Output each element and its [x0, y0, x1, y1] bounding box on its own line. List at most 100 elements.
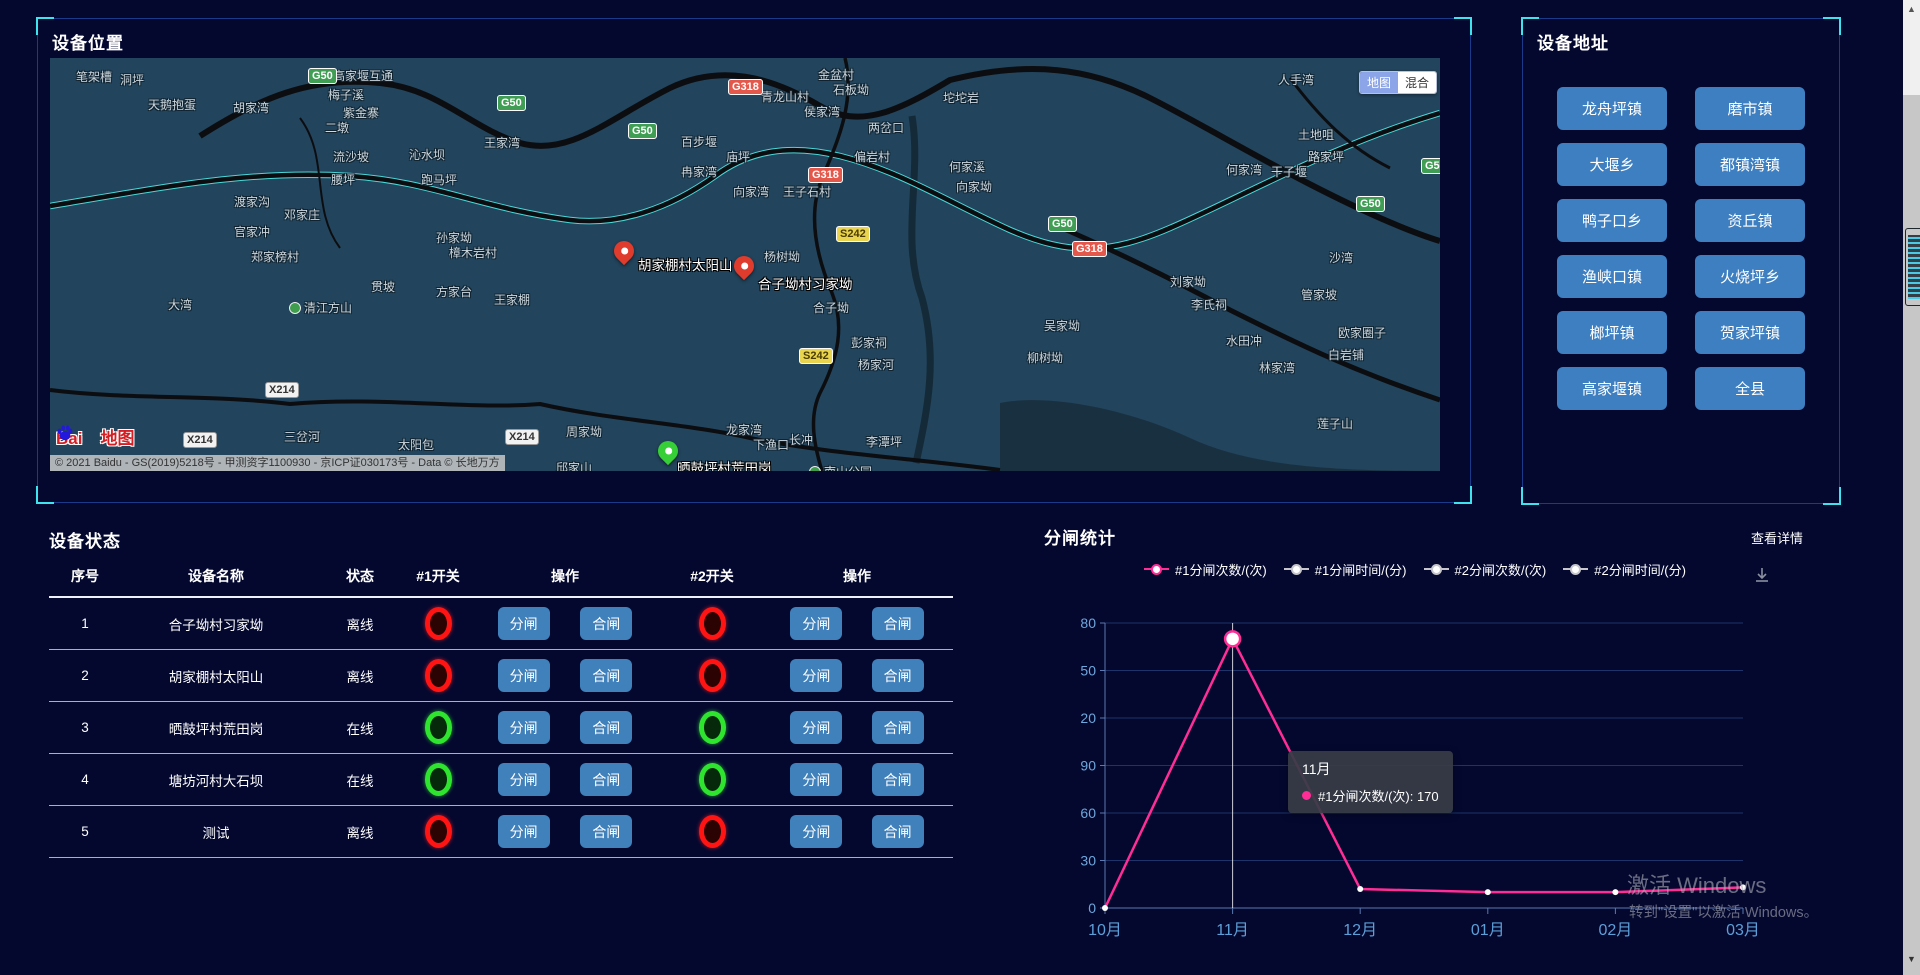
- svg-text:30: 30: [1080, 853, 1096, 869]
- switch2-trip-button[interactable]: 分闸: [790, 815, 842, 848]
- map-device-label: 胡家棚村太阳山: [638, 254, 733, 274]
- windows-watermark-sub: 转到"设置"以激活 Windows。: [1629, 901, 1818, 922]
- switch2-trip-button[interactable]: 分闸: [790, 607, 842, 640]
- switch1-trip-button[interactable]: 分闸: [498, 763, 550, 796]
- view-detail-link[interactable]: 查看详情: [1751, 528, 1803, 547]
- svg-text:120: 120: [1080, 710, 1096, 726]
- table-header-cell: 状态: [311, 566, 409, 586]
- map-place-label: 何家溪: [949, 158, 985, 175]
- maptype-hybrid-button[interactable]: 混合: [1398, 72, 1436, 93]
- chart-legend: #1分闸次数/(次) #1分闸时间/(分) #2分闸次数/(次) #2分闸时间/…: [1095, 560, 1735, 578]
- map-place-label: 土地咀: [1298, 126, 1334, 143]
- switch1-close-button[interactable]: 合闸: [580, 607, 632, 640]
- device-name: 胡家棚村太阳山: [121, 666, 311, 686]
- switch1-indicator: [425, 815, 452, 848]
- tooltip-entry: #1分闸次数/(次): 170: [1318, 786, 1439, 805]
- switch1-trip-button[interactable]: 分闸: [498, 607, 550, 640]
- download-icon[interactable]: [1753, 566, 1771, 589]
- corner-decoration: [1823, 17, 1841, 35]
- map-place-label: 下渔口: [753, 436, 789, 453]
- legend-item[interactable]: #1分闸时间/(分): [1284, 560, 1407, 579]
- switch1-close-button[interactable]: 合闸: [580, 711, 632, 744]
- tooltip-title: 11月: [1302, 759, 1439, 779]
- switch1-trip-button[interactable]: 分闸: [498, 711, 550, 744]
- address-button[interactable]: 资丘镇: [1695, 199, 1805, 242]
- baidu-map[interactable]: 笔架槽 洞坪 天鹅抱蛋 胡家湾 高家堰互通 梅子溪 紫金寨 二墩 流沙坡 沁水坝…: [50, 58, 1440, 471]
- svg-text:150: 150: [1080, 663, 1096, 679]
- map-place-label: 三岔河: [284, 428, 320, 445]
- address-button[interactable]: 大堰乡: [1557, 143, 1667, 186]
- road-shield: G50: [497, 95, 526, 111]
- scrollbar-thumb[interactable]: [1905, 228, 1920, 306]
- svg-text:02月: 02月: [1598, 922, 1632, 939]
- switch1-trip-button[interactable]: 分闸: [498, 815, 550, 848]
- address-button[interactable]: 鸭子口乡: [1557, 199, 1667, 242]
- table-row: 1 合子坳村习家坳 离线 分闸 合闸 分闸 合闸: [49, 598, 953, 650]
- switch2-trip-button[interactable]: 分闸: [790, 659, 842, 692]
- table-header-cell: #1开关: [409, 566, 467, 586]
- road-shield: G318: [808, 167, 843, 183]
- switch1-close-button[interactable]: 合闸: [580, 815, 632, 848]
- address-button[interactable]: 磨市镇: [1695, 87, 1805, 130]
- address-button[interactable]: 龙舟坪镇: [1557, 87, 1667, 130]
- map-place-label: 王子石村: [783, 183, 831, 200]
- maptype-map-button[interactable]: 地图: [1360, 72, 1398, 93]
- switch2-close-button[interactable]: 合闸: [872, 659, 924, 692]
- table-row: 4 塘坊河村大石坝 在线 分闸 合闸 分闸 合闸: [49, 754, 953, 806]
- switch1-indicator: [425, 711, 452, 744]
- maptype-control: 地图 混合: [1359, 71, 1437, 94]
- legend-label: #2分闸次数/(次): [1455, 560, 1547, 579]
- legend-item[interactable]: #2分闸时间/(分): [1563, 560, 1686, 579]
- address-button[interactable]: 榔坪镇: [1557, 311, 1667, 354]
- chart-section-title: 分闸统计: [1044, 524, 1116, 549]
- map-place-label: 两岔口: [868, 119, 904, 136]
- map-place-label: 侯家湾: [804, 103, 840, 120]
- switch2-indicator: [699, 711, 726, 744]
- switch2-trip-button[interactable]: 分闸: [790, 763, 842, 796]
- baidu-logo-text: 地图: [100, 429, 134, 448]
- address-button[interactable]: 火烧坪乡: [1695, 255, 1805, 298]
- map-place-label: 路家坪: [1308, 148, 1344, 165]
- map-place-label: 青龙山村: [761, 88, 809, 105]
- table-header-cell: 设备名称: [121, 566, 311, 586]
- address-button[interactable]: 高家堰镇: [1557, 367, 1667, 410]
- road-shield: G50: [1356, 196, 1385, 212]
- map-place-label: 太阳包: [398, 436, 434, 453]
- legend-item[interactable]: #2分闸次数/(次): [1424, 560, 1547, 579]
- map-place-label: 向家湾: [733, 183, 769, 200]
- address-button[interactable]: 都镇湾镇: [1695, 143, 1805, 186]
- map-place-label: 坨坨岩: [943, 89, 979, 106]
- legend-line-icon: [1563, 568, 1588, 570]
- switch1-close-button[interactable]: 合闸: [580, 659, 632, 692]
- scrollbar-down-arrow[interactable]: ▼: [1903, 954, 1920, 964]
- tooltip-series-dot: [1302, 791, 1311, 800]
- switch2-trip-button[interactable]: 分闸: [790, 711, 842, 744]
- windows-watermark: 激活 Windows: [1627, 868, 1766, 900]
- legend-item[interactable]: #1分闸次数/(次): [1144, 560, 1267, 579]
- map-place-label: 胡家湾: [233, 99, 269, 116]
- switch1-indicator: [425, 659, 452, 692]
- switch1-trip-button[interactable]: 分闸: [498, 659, 550, 692]
- address-button[interactable]: 全县: [1695, 367, 1805, 410]
- road-shield: S242: [836, 226, 870, 242]
- svg-text:60: 60: [1080, 805, 1096, 821]
- svg-text:180: 180: [1080, 615, 1096, 631]
- scrollbar-up-arrow[interactable]: ▲: [1903, 0, 1920, 95]
- switch2-close-button[interactable]: 合闸: [872, 607, 924, 640]
- map-place-label: 白岩铺: [1328, 346, 1364, 363]
- address-button[interactable]: 渔峡口镇: [1557, 255, 1667, 298]
- switch2-close-button[interactable]: 合闸: [872, 815, 924, 848]
- svg-text:0: 0: [1088, 900, 1096, 916]
- switch1-close-button[interactable]: 合闸: [580, 763, 632, 796]
- switch2-close-button[interactable]: 合闸: [872, 763, 924, 796]
- switch2-close-button[interactable]: 合闸: [872, 711, 924, 744]
- address-button[interactable]: 贺家坪镇: [1695, 311, 1805, 354]
- scrollbar-track[interactable]: [1903, 95, 1920, 975]
- legend-label: #1分闸时间/(分): [1315, 560, 1407, 579]
- device-status: 离线: [311, 822, 409, 842]
- map-place-label: 百步堰: [681, 133, 717, 150]
- corner-decoration: [1454, 486, 1472, 504]
- map-panel-title: 设备位置: [52, 29, 124, 54]
- map-place-label: 渡家沟: [234, 193, 270, 210]
- switch2-indicator: [699, 763, 726, 796]
